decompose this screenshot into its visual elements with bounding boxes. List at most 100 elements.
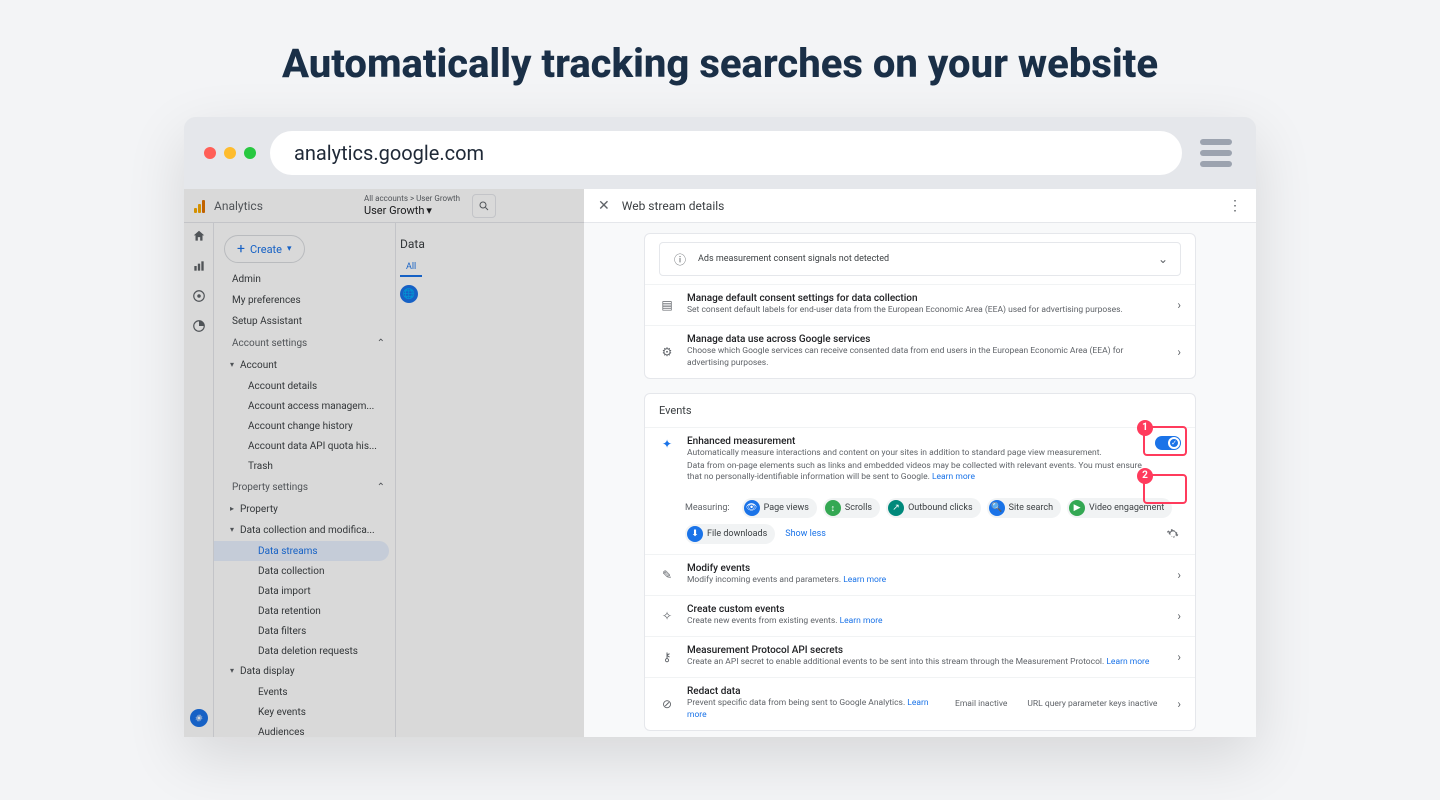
app-frame: Analytics All accounts > User Growth Use… [184, 189, 1256, 737]
consent-settings-title: Manage default consent settings for data… [687, 293, 1165, 304]
download-icon: ⬇ [687, 526, 703, 542]
chevron-right-icon: › [1177, 298, 1181, 312]
sidebar-item-account-details[interactable]: Account details [214, 376, 395, 396]
modify-icon: ✎ [659, 567, 675, 583]
chevron-right-icon: › [1177, 650, 1181, 664]
enhanced-desc1: Automatically measure interactions and c… [687, 448, 1143, 460]
analytics-logo-icon [194, 199, 208, 213]
sidebar-item-account-history[interactable]: Account change history [214, 416, 395, 436]
enhanced-settings-gear-icon[interactable] [1165, 526, 1181, 542]
explore-icon[interactable] [192, 289, 206, 303]
eye-icon: 👁 [744, 500, 760, 516]
consent-settings-row[interactable]: ▤ Manage default consent settings for da… [645, 284, 1195, 325]
protocol-desc: Create an API secret to enable additiona… [687, 657, 1106, 667]
consent-card: ⓘ Ads measurement consent signals not de… [644, 233, 1196, 379]
sidebar-section-property-settings[interactable]: Property settings⌃ [214, 476, 395, 499]
redact-row[interactable]: ⊘ Redact data Prevent specific data from… [645, 677, 1195, 730]
slideover-title: Web stream details [622, 199, 1216, 213]
sidebar-item-data-retention[interactable]: Data retention [214, 601, 395, 621]
chevron-right-icon: › [1177, 609, 1181, 623]
data-use-icon: ⚙ [659, 344, 675, 360]
more-menu-icon[interactable]: ⋮ [1228, 198, 1242, 214]
sidebar-item-preferences[interactable]: My preferences [214, 290, 395, 311]
sidebar-item-data-collection-sub[interactable]: Data collection [214, 561, 395, 581]
sidebar-section-account-settings[interactable]: Account settings⌃ [214, 332, 395, 355]
consent-settings-desc: Set consent default labels for end-user … [687, 305, 1165, 317]
chip-video: ▶Video engagement [1067, 498, 1172, 518]
custom-learn-more[interactable]: Learn more [840, 616, 883, 626]
sidebar-item-property[interactable]: Property [214, 499, 395, 520]
data-use-row[interactable]: ⚙ Manage data use across Google services… [645, 325, 1195, 378]
admin-gear-icon[interactable] [190, 709, 208, 727]
admin-sidebar: +Create ▾ Admin My preferences Setup Ass… [214, 189, 396, 737]
browser-chrome: analytics.google.com [184, 117, 1256, 189]
modify-desc: Modify incoming events and parameters. [687, 575, 843, 585]
custom-icon: ✧ [659, 608, 675, 624]
chevron-right-icon: › [1177, 697, 1181, 711]
sidebar-item-trash[interactable]: Trash [214, 456, 395, 476]
web-stream-details-panel: ✕ Web stream details ⋮ ⓘ Ads measurement… [584, 189, 1256, 737]
enhanced-measurement-row: ✦ Enhanced measurement Automatically mea… [645, 427, 1195, 493]
scroll-icon: ↕ [825, 500, 841, 516]
url-bar[interactable]: analytics.google.com [270, 131, 1182, 175]
consent-notice-text: Ads measurement consent signals not dete… [698, 254, 1148, 264]
chevron-up-icon: ⌃ [377, 338, 385, 349]
custom-events-row[interactable]: ✧ Create custom events Create new events… [645, 595, 1195, 636]
sidebar-item-data-collection[interactable]: Data collection and modifica... [214, 520, 395, 541]
redact-status-url: URL query parameter keys inactive [1027, 699, 1157, 709]
plus-icon: + [237, 241, 245, 257]
close-icon[interactable]: ✕ [598, 198, 610, 214]
breadcrumb[interactable]: All accounts > User Growth User Growth ▾ [364, 194, 460, 217]
measuring-chips-row: Measuring: 👁Page views ↕Scrolls ↗Outboun… [645, 492, 1195, 554]
sidebar-item-data-import[interactable]: Data import [214, 581, 395, 601]
enhanced-learn-more[interactable]: Learn more [932, 472, 975, 482]
create-button[interactable]: +Create ▾ [224, 235, 305, 263]
protocol-row[interactable]: ⚷ Measurement Protocol API secrets Creat… [645, 636, 1195, 677]
data-use-title: Manage data use across Google services [687, 334, 1165, 345]
sidebar-item-data-display[interactable]: Data display [214, 661, 395, 682]
sidebar-item-data-streams[interactable]: Data streams [214, 541, 389, 561]
modify-learn-more[interactable]: Learn more [843, 575, 886, 585]
sidebar-item-setup-assistant[interactable]: Setup Assistant [214, 311, 395, 332]
hamburger-icon[interactable] [1196, 135, 1236, 171]
sidebar-item-audiences[interactable]: Audiences [214, 722, 395, 737]
sidebar-item-admin[interactable]: Admin [214, 269, 395, 290]
reports-icon[interactable] [192, 259, 206, 273]
enhanced-desc2: Data from on-page elements such as links… [687, 461, 1142, 483]
globe-icon[interactable]: 🌐 [400, 285, 418, 303]
search-chip-icon: 🔍 [989, 500, 1005, 516]
show-less-link[interactable]: Show less [785, 529, 826, 539]
modify-title: Modify events [687, 563, 1165, 574]
sidebar-item-data-deletion[interactable]: Data deletion requests [214, 641, 395, 661]
sidebar-item-events[interactable]: Events [214, 682, 395, 702]
redact-title: Redact data [687, 686, 943, 697]
chip-scrolls: ↕Scrolls [823, 498, 880, 518]
modify-events-row[interactable]: ✎ Modify events Modify incoming events a… [645, 554, 1195, 595]
enhanced-measurement-toggle[interactable] [1155, 436, 1181, 450]
sidebar-item-key-events[interactable]: Key events [214, 702, 395, 722]
traffic-light-minimize[interactable] [224, 147, 236, 159]
breadcrumb-path: All accounts > User Growth [364, 194, 460, 204]
chevron-up-icon: ⌃ [377, 482, 385, 493]
consent-settings-icon: ▤ [659, 297, 675, 313]
data-use-desc: Choose which Google services can receive… [687, 346, 1165, 370]
enhanced-icon: ✦ [659, 436, 675, 452]
left-nav-rail [184, 189, 214, 737]
consent-notice-row[interactable]: ⓘ Ads measurement consent signals not de… [659, 242, 1181, 276]
events-card: Events ✦ Enhanced measurement Automatica… [644, 393, 1196, 731]
sidebar-item-account-access[interactable]: Account access managem... [214, 396, 395, 416]
chevron-right-icon: › [1177, 568, 1181, 582]
chip-site-search: 🔍Site search [987, 498, 1061, 518]
tab-all[interactable]: All [400, 259, 422, 277]
sidebar-item-data-filters[interactable]: Data filters [214, 621, 395, 641]
search-button[interactable] [472, 194, 496, 218]
advertising-icon[interactable] [192, 319, 206, 333]
events-section-label: Events [645, 394, 1195, 427]
traffic-light-close[interactable] [204, 147, 216, 159]
home-icon[interactable] [192, 229, 206, 243]
sidebar-item-account[interactable]: Account [214, 355, 395, 376]
protocol-learn-more[interactable]: Learn more [1106, 657, 1149, 667]
traffic-light-maximize[interactable] [244, 147, 256, 159]
sidebar-item-account-quota[interactable]: Account data API quota his... [214, 436, 395, 456]
redact-icon: ⊘ [659, 696, 675, 712]
